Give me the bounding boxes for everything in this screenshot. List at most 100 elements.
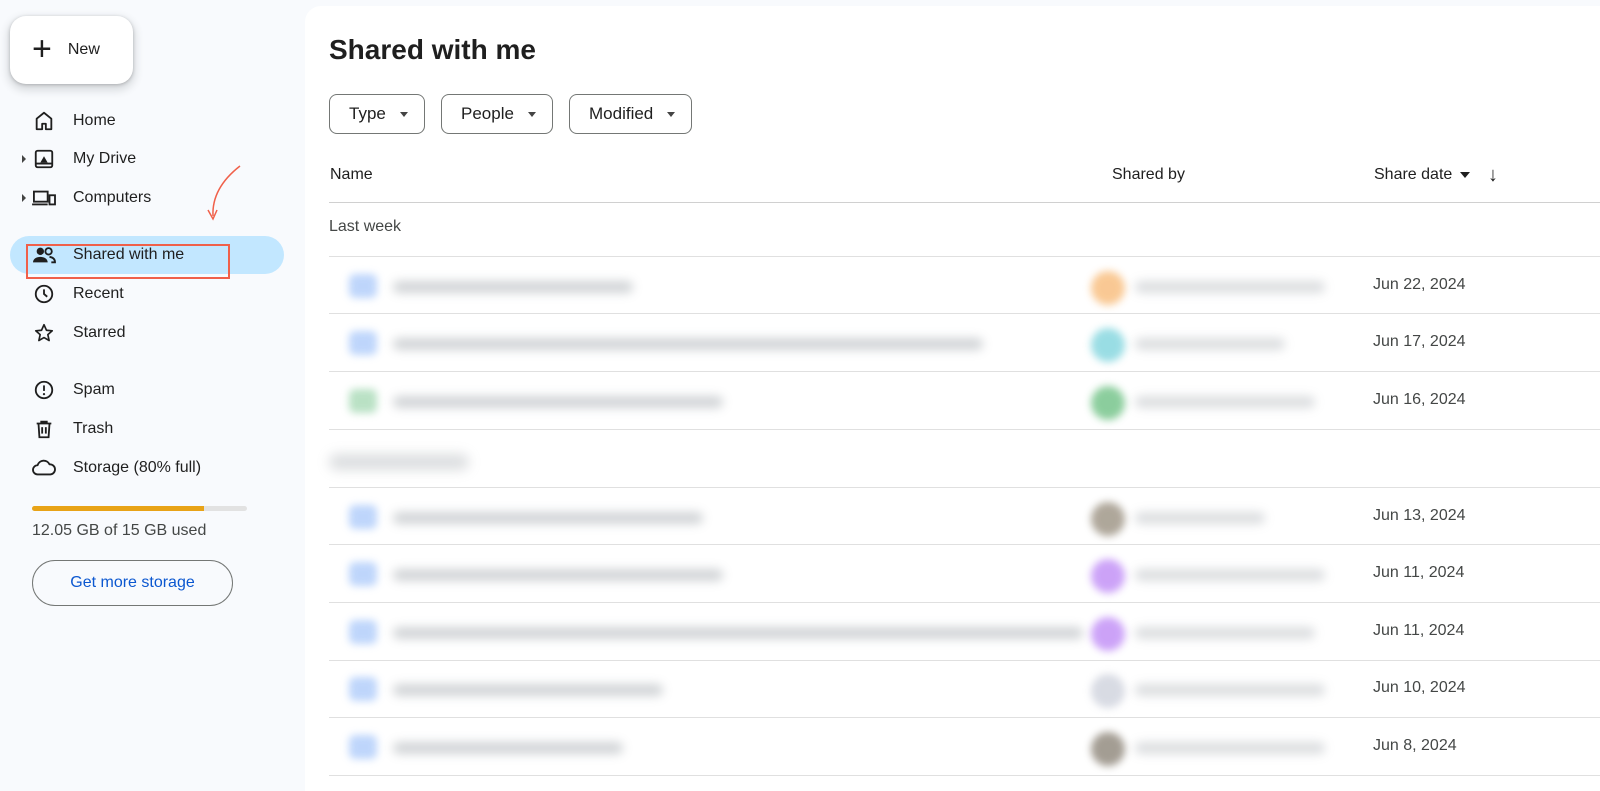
sidebar-item-storage[interactable]: Storage (80% full) <box>10 449 284 487</box>
dropdown-arrow-icon <box>527 111 536 117</box>
file-name-blurred <box>393 684 663 696</box>
share-date: Jun 10, 2024 <box>1373 679 1466 696</box>
sidebar-item-label: Storage (80% full) <box>73 459 202 476</box>
main-content: Shared with me Type People Modified Name… <box>305 6 1600 791</box>
expand-caret-icon[interactable] <box>22 155 26 163</box>
plus-icon: + <box>32 29 52 68</box>
computers-icon <box>31 185 57 211</box>
file-name-blurred <box>393 742 623 754</box>
table-row[interactable]: Jun 11, 2024 <box>329 545 1600 603</box>
storage-progress-fill <box>32 506 204 511</box>
share-date: Jun 13, 2024 <box>1373 507 1466 524</box>
cloud-icon <box>31 455 57 481</box>
storage-used-text: 12.05 GB of 15 GB used <box>32 522 207 539</box>
group-label-last-week: Last week <box>329 218 402 235</box>
header-divider <box>329 202 1600 203</box>
dropdown-arrow-icon <box>667 111 676 117</box>
shared-by-name-blurred <box>1135 512 1265 524</box>
file-type-icon <box>349 562 377 586</box>
file-name-blurred <box>393 338 983 350</box>
share-date: Jun 16, 2024 <box>1373 391 1466 408</box>
table-row[interactable]: Jun 11, 2024 <box>329 603 1600 661</box>
shared-by-name-blurred <box>1135 569 1325 581</box>
sort-direction-arrow-icon[interactable]: ↓ <box>1488 164 1498 187</box>
sidebar-item-label: Home <box>73 112 116 129</box>
modified-filter-chip[interactable]: Modified <box>569 94 693 134</box>
avatar <box>1091 732 1125 766</box>
share-date: Jun 22, 2024 <box>1373 276 1466 293</box>
file-name-blurred <box>393 627 1083 639</box>
people-filter-chip[interactable]: People <box>441 94 553 134</box>
avatar <box>1091 674 1125 708</box>
column-header-share-date[interactable]: Share date <box>1374 166 1471 184</box>
shared-by-name-blurred <box>1135 742 1325 754</box>
file-name-blurred <box>393 396 723 408</box>
sidebar-item-spam[interactable]: Spam <box>10 371 284 409</box>
trash-icon <box>31 416 57 442</box>
sidebar-item-starred[interactable]: Starred <box>10 314 284 352</box>
new-button-label: New <box>67 41 100 58</box>
sidebar-item-label: Computers <box>73 189 152 206</box>
shared-by-name-blurred <box>1135 338 1285 350</box>
file-name-blurred <box>393 281 633 293</box>
file-name-blurred <box>393 569 723 581</box>
file-type-icon <box>349 331 377 355</box>
sidebar: + New Home My Drive Computers Shared wit… <box>0 0 300 791</box>
table-row[interactable]: Jun 17, 2024 <box>329 314 1600 372</box>
new-button[interactable]: + New <box>10 16 133 84</box>
drive-app: + New Home My Drive Computers Shared wit… <box>0 0 1600 791</box>
file-type-icon <box>349 389 377 413</box>
table-row[interactable]: Jun 13, 2024 <box>329 487 1600 545</box>
file-type-icon <box>349 505 377 529</box>
avatar <box>1091 386 1125 420</box>
sidebar-item-label: Shared with me <box>73 246 185 263</box>
storage-progress-bar <box>32 506 247 511</box>
table-row[interactable]: Jun 8, 2024 <box>329 718 1600 776</box>
sidebar-item-label: Spam <box>73 381 115 398</box>
group-label-blurred <box>329 454 469 470</box>
sidebar-item-label: Recent <box>73 285 124 302</box>
avatar <box>1091 502 1125 536</box>
filter-label: Modified <box>589 104 654 123</box>
shared-by-name-blurred <box>1135 281 1325 293</box>
spam-icon <box>31 377 57 403</box>
sidebar-item-home[interactable]: Home <box>10 102 284 140</box>
share-date: Jun 8, 2024 <box>1373 737 1457 754</box>
star-icon <box>31 320 57 346</box>
column-header-shared-by[interactable]: Shared by <box>1112 166 1185 184</box>
column-header-name[interactable]: Name <box>330 166 373 184</box>
filter-label: Type <box>349 104 386 123</box>
file-type-icon <box>349 620 377 644</box>
share-date: Jun 11, 2024 <box>1373 564 1465 581</box>
filter-label: People <box>461 104 514 123</box>
sidebar-item-trash[interactable]: Trash <box>10 410 284 448</box>
avatar <box>1091 617 1125 651</box>
dropdown-arrow-icon <box>399 111 408 117</box>
file-type-icon <box>349 274 377 298</box>
share-date: Jun 17, 2024 <box>1373 333 1466 350</box>
shared-by-name-blurred <box>1135 396 1315 408</box>
file-type-icon <box>349 677 377 701</box>
get-more-storage-button[interactable]: Get more storage <box>32 560 233 606</box>
annotation-arrow-icon <box>207 165 241 221</box>
drive-icon <box>31 146 57 172</box>
sidebar-item-label: Starred <box>73 324 126 341</box>
table-row[interactable]: Jun 16, 2024 <box>329 372 1600 430</box>
sort-caret-icon <box>1460 171 1471 178</box>
table-row[interactable]: Jun 10, 2024 <box>329 660 1600 718</box>
sidebar-item-recent[interactable]: Recent <box>10 275 284 313</box>
shared-by-name-blurred <box>1135 627 1315 639</box>
expand-caret-icon[interactable] <box>22 194 26 202</box>
sidebar-item-shared-with-me[interactable]: Shared with me <box>10 236 284 274</box>
file-type-icon <box>349 735 377 759</box>
share-date: Jun 11, 2024 <box>1373 622 1465 639</box>
type-filter-chip[interactable]: Type <box>329 94 425 134</box>
avatar <box>1091 559 1125 593</box>
people-icon <box>31 242 57 268</box>
table-row[interactable]: Jun 22, 2024 <box>329 256 1600 314</box>
home-icon <box>31 108 57 134</box>
file-name-blurred <box>393 512 703 524</box>
page-title: Shared with me <box>329 34 536 65</box>
shared-by-name-blurred <box>1135 684 1325 696</box>
clock-icon <box>31 281 57 307</box>
